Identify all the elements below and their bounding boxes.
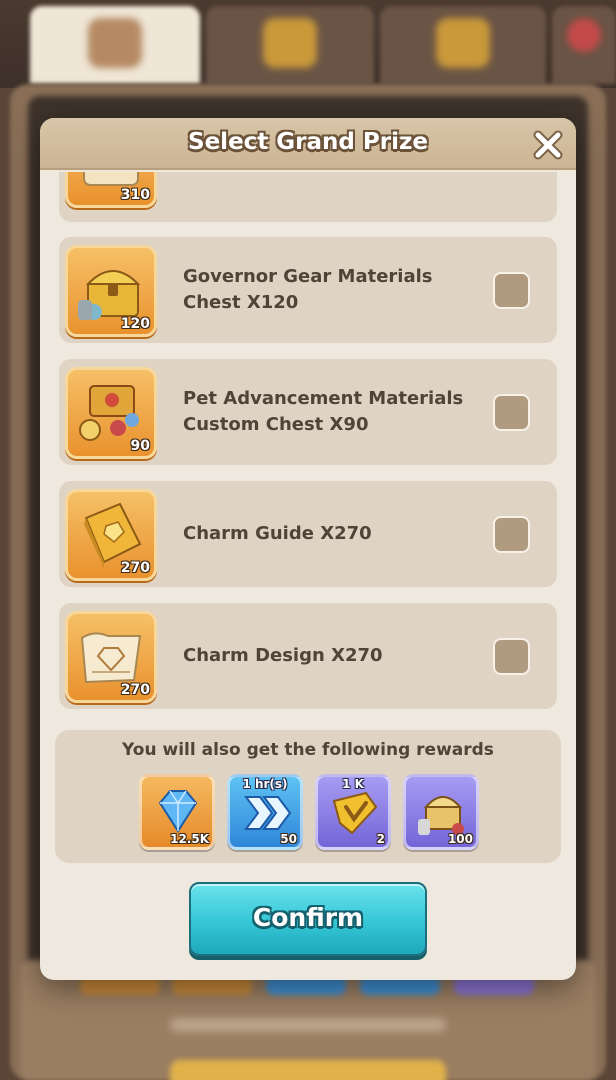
background-tab-icon (567, 18, 601, 52)
prize-quantity: 310 (120, 187, 150, 203)
reward-item[interactable]: 100 (403, 774, 479, 850)
prize-checkbox[interactable] (493, 394, 530, 431)
background-tab-icon (263, 18, 317, 68)
prize-row[interactable]: 270 Charm Guide X270 (59, 481, 557, 587)
dialog-title: Select Grand Prize (188, 129, 428, 155)
confirm-button[interactable]: Confirm (189, 882, 427, 956)
prize-checkbox[interactable] (493, 638, 530, 675)
reward-quantity: 2 (376, 832, 385, 846)
prize-quantity: 270 (120, 560, 150, 576)
close-button[interactable] (530, 128, 566, 162)
prize-row[interactable]: 270 Charm Design X270 (59, 603, 557, 709)
bonus-rewards-title: You will also get the following rewards (122, 740, 494, 760)
prize-checkbox[interactable] (493, 516, 530, 553)
reward-item[interactable]: 1 hr(s) 50 (227, 774, 303, 850)
background-tab-icon (88, 18, 142, 68)
reward-quantity: 100 (447, 832, 473, 846)
select-grand-prize-dialog: Select Grand Prize 310 120 Governor Gear… (40, 118, 576, 980)
reward-quantity: 12.5K (170, 832, 209, 846)
prize-label: Pet Advancement Materials Custom Chest X… (183, 388, 464, 435)
background-tab (206, 6, 374, 84)
prize-list[interactable]: 310 120 Governor Gear Materials Chest X1… (40, 172, 576, 724)
gear-chest-icon (418, 796, 464, 835)
background-caption (170, 1018, 446, 1032)
prize-quantity: 120 (120, 316, 150, 332)
dialog-header: Select Grand Prize (40, 118, 576, 170)
prize-label: Governor Gear Materials Chest X120 (183, 266, 433, 313)
background-tab (380, 6, 546, 84)
prize-icon-frame: 120 (65, 245, 157, 337)
reward-quantity: 50 (280, 832, 297, 846)
gold-badge-icon (332, 791, 378, 835)
prize-row[interactable]: 90 Pet Advancement Materials Custom Ches… (59, 359, 557, 465)
prize-icon-frame: 270 (65, 611, 157, 703)
background-tab-icon (436, 18, 490, 68)
background-tab (30, 6, 200, 84)
reward-item[interactable]: 12.5K (139, 774, 215, 850)
prize-checkbox[interactable] (493, 272, 530, 309)
background-button (170, 1060, 446, 1080)
prize-row-partial: 310 (59, 172, 557, 222)
prize-icon-frame: 310 (65, 172, 157, 208)
background-tab (552, 6, 616, 84)
prize-label: Charm Design X270 (183, 645, 383, 666)
prize-quantity: 90 (130, 438, 150, 454)
diamond-gem-icon (158, 790, 198, 833)
speedup-arrows-icon (244, 796, 292, 830)
prize-label: Charm Guide X270 (183, 523, 372, 544)
prize-quantity: 270 (120, 682, 150, 698)
prize-icon-frame: 270 (65, 489, 157, 581)
bonus-rewards-panel: You will also get the following rewards … (55, 730, 561, 863)
close-x-icon (533, 130, 563, 160)
prize-row[interactable]: 120 Governor Gear Materials Chest X120 (59, 237, 557, 343)
confirm-button-label: Confirm (252, 903, 364, 932)
reward-item[interactable]: 1 K 2 (315, 774, 391, 850)
prize-icon-frame: 90 (65, 367, 157, 459)
